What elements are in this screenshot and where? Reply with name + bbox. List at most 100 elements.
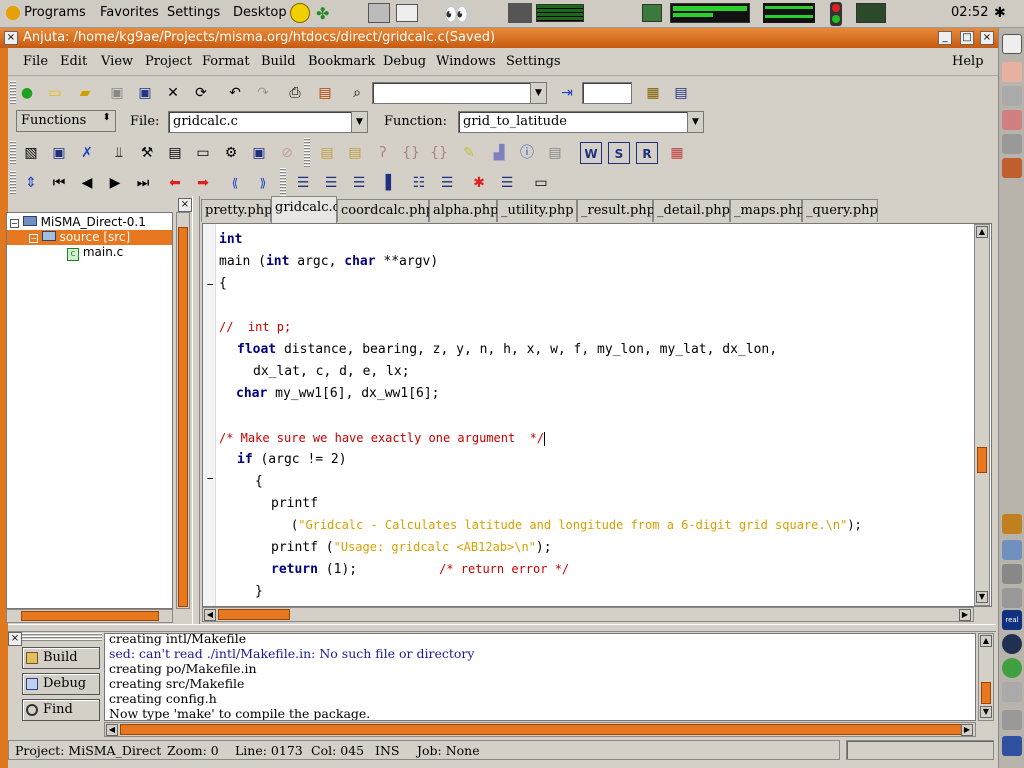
- bookmark-toggle-icon[interactable]: ⇕: [20, 172, 42, 194]
- bug-icon[interactable]: ✱: [994, 5, 1006, 21]
- close-messages-icon[interactable]: ×: [8, 632, 22, 646]
- indent-icon[interactable]: ▤: [316, 142, 338, 164]
- menu-help[interactable]: Help: [952, 54, 984, 69]
- tab-query-php[interactable]: _query.php: [802, 199, 878, 222]
- align-justify-icon[interactable]: ☷: [408, 172, 430, 194]
- smiley-icon[interactable]: [290, 3, 310, 23]
- format-icon[interactable]: ☰: [292, 172, 314, 194]
- function-combo[interactable]: grid_to_latitude ▼: [458, 111, 704, 133]
- menu-bookmark[interactable]: Bookmark: [308, 54, 375, 69]
- new-project-icon[interactable]: ●: [16, 82, 38, 104]
- refresh-icon[interactable]: [1002, 658, 1022, 678]
- highlight-icon[interactable]: ✎: [458, 142, 480, 164]
- print-preview-icon[interactable]: ⎙: [284, 82, 306, 104]
- prev-bookmark-icon[interactable]: ◀: [76, 172, 98, 194]
- comment-icon[interactable]: ▤: [544, 142, 566, 164]
- collapse-icon[interactable]: −: [29, 234, 38, 243]
- drive-icon[interactable]: [1002, 564, 1022, 584]
- hammer-icon[interactable]: ⚒: [136, 142, 158, 164]
- scroll-left-icon[interactable]: ◀: [106, 724, 118, 736]
- prev-block-icon[interactable]: ⟪: [224, 172, 246, 194]
- scroll-up-icon[interactable]: ▲: [976, 226, 988, 238]
- save-icon[interactable]: ▣: [106, 82, 128, 104]
- next-error-icon[interactable]: ➡: [192, 172, 214, 194]
- tool-icon[interactable]: [1002, 682, 1022, 702]
- goto-line-icon[interactable]: ⇥: [556, 82, 578, 104]
- printer-icon[interactable]: [396, 4, 418, 22]
- menu-file[interactable]: File: [23, 54, 48, 69]
- fold-marker[interactable]: −: [207, 472, 214, 485]
- sentence-icon[interactable]: S: [608, 142, 630, 164]
- open-file-icon[interactable]: ▰: [74, 82, 96, 104]
- next-block-icon[interactable]: ⟫: [252, 172, 274, 194]
- realplayer-icon[interactable]: real: [1002, 610, 1022, 630]
- tab-pretty-php[interactable]: pretty.php: [201, 199, 272, 222]
- scroll-right-icon[interactable]: ▶: [959, 609, 971, 621]
- menu-debug[interactable]: Debug: [383, 54, 426, 69]
- messages-icon[interactable]: ▤: [670, 82, 692, 104]
- editor-hscrollbar[interactable]: ◀ ▶: [202, 607, 974, 622]
- collapse-icon[interactable]: −: [10, 219, 19, 228]
- fold-icon[interactable]: ʔ: [372, 142, 394, 164]
- chevron-down-icon[interactable]: ▼: [530, 83, 546, 103]
- print-icon[interactable]: ▤: [314, 82, 336, 104]
- stop-icon[interactable]: ⊘: [276, 142, 298, 164]
- first-bookmark-icon[interactable]: ⏮: [48, 172, 70, 194]
- desktop-menu[interactable]: Desktop: [233, 5, 287, 20]
- menu-build[interactable]: Build: [261, 54, 296, 69]
- build-tab-button[interactable]: Build: [22, 647, 100, 669]
- functions-dropdown[interactable]: Functions ⬍: [16, 110, 116, 132]
- fold-marker[interactable]: −: [207, 278, 214, 291]
- align-left-icon[interactable]: ▌: [380, 172, 402, 194]
- file-combo[interactable]: gridcalc.c ▼: [168, 111, 368, 133]
- tab-result-php[interactable]: _result.php: [577, 199, 655, 222]
- tree-vscrollbar[interactable]: [176, 212, 190, 609]
- project-icon[interactable]: ▦: [642, 82, 664, 104]
- execute-icon[interactable]: ▤: [164, 142, 186, 164]
- info-icon[interactable]: ⓘ: [516, 142, 538, 164]
- maximize-button[interactable]: □: [960, 31, 974, 45]
- close-pane-icon[interactable]: ×: [178, 198, 192, 212]
- compile-icon[interactable]: ▧: [20, 142, 42, 164]
- goto-line-input[interactable]: [582, 82, 632, 104]
- configure-icon[interactable]: ⫫: [108, 142, 130, 164]
- minimize-button[interactable]: _: [938, 31, 952, 45]
- new-file-icon[interactable]: ▭: [44, 82, 66, 104]
- brain-icon[interactable]: [1002, 110, 1022, 130]
- tab-coordcalc-php[interactable]: coordcalc.php: [337, 199, 434, 222]
- scroll-thumb[interactable]: [977, 447, 987, 473]
- scroll-thumb[interactable]: [981, 682, 991, 704]
- tree-file-main-c[interactable]: c main.c: [67, 245, 123, 261]
- chevron-down-icon[interactable]: ▼: [687, 112, 703, 132]
- cd-icon[interactable]: [1002, 134, 1022, 154]
- menu-edit[interactable]: Edit: [60, 54, 87, 69]
- editor-vscrollbar[interactable]: ▲ ▼: [974, 224, 990, 606]
- menu-windows[interactable]: Windows: [436, 54, 496, 69]
- menu-view[interactable]: View: [101, 54, 133, 69]
- scroll-left-icon[interactable]: ◀: [204, 609, 216, 621]
- tree-folder-source[interactable]: − source [src]: [7, 230, 172, 245]
- tree-hscrollbar[interactable]: [6, 609, 173, 623]
- undo-icon[interactable]: ↶: [224, 82, 246, 104]
- favorites-menu[interactable]: Favorites: [100, 5, 159, 20]
- unindent-icon[interactable]: ▤: [344, 142, 366, 164]
- messages-hscrollbar[interactable]: ◀ ▶: [104, 722, 976, 737]
- code-editor[interactable]: − − int main (int argc, char **argv) { /…: [202, 223, 992, 607]
- close-file-icon[interactable]: ✕: [162, 82, 184, 104]
- toolbar-handle[interactable]: [10, 171, 16, 195]
- scroll-thumb[interactable]: [178, 227, 188, 607]
- prev-error-icon[interactable]: ⬅: [164, 172, 186, 194]
- match-braces-icon[interactable]: {}: [428, 142, 450, 164]
- build-icon[interactable]: ▣: [48, 142, 70, 164]
- tab-alpha-php[interactable]: alpha.php: [429, 199, 499, 222]
- disk-icon[interactable]: [1002, 86, 1022, 106]
- terminal-icon[interactable]: ▭: [192, 142, 214, 164]
- toolbar-handle[interactable]: [280, 168, 286, 198]
- messages-pane[interactable]: creating intl/Makefile sed: can't read .…: [104, 633, 976, 721]
- firebird-icon[interactable]: [1002, 158, 1022, 178]
- debug-icon[interactable]: ▣: [248, 142, 270, 164]
- tab-maps-php[interactable]: _maps.php: [730, 199, 805, 222]
- regex-icon[interactable]: R: [636, 142, 658, 164]
- scroll-right-icon[interactable]: ▶: [961, 724, 973, 736]
- indent-block-icon[interactable]: ☰: [348, 172, 370, 194]
